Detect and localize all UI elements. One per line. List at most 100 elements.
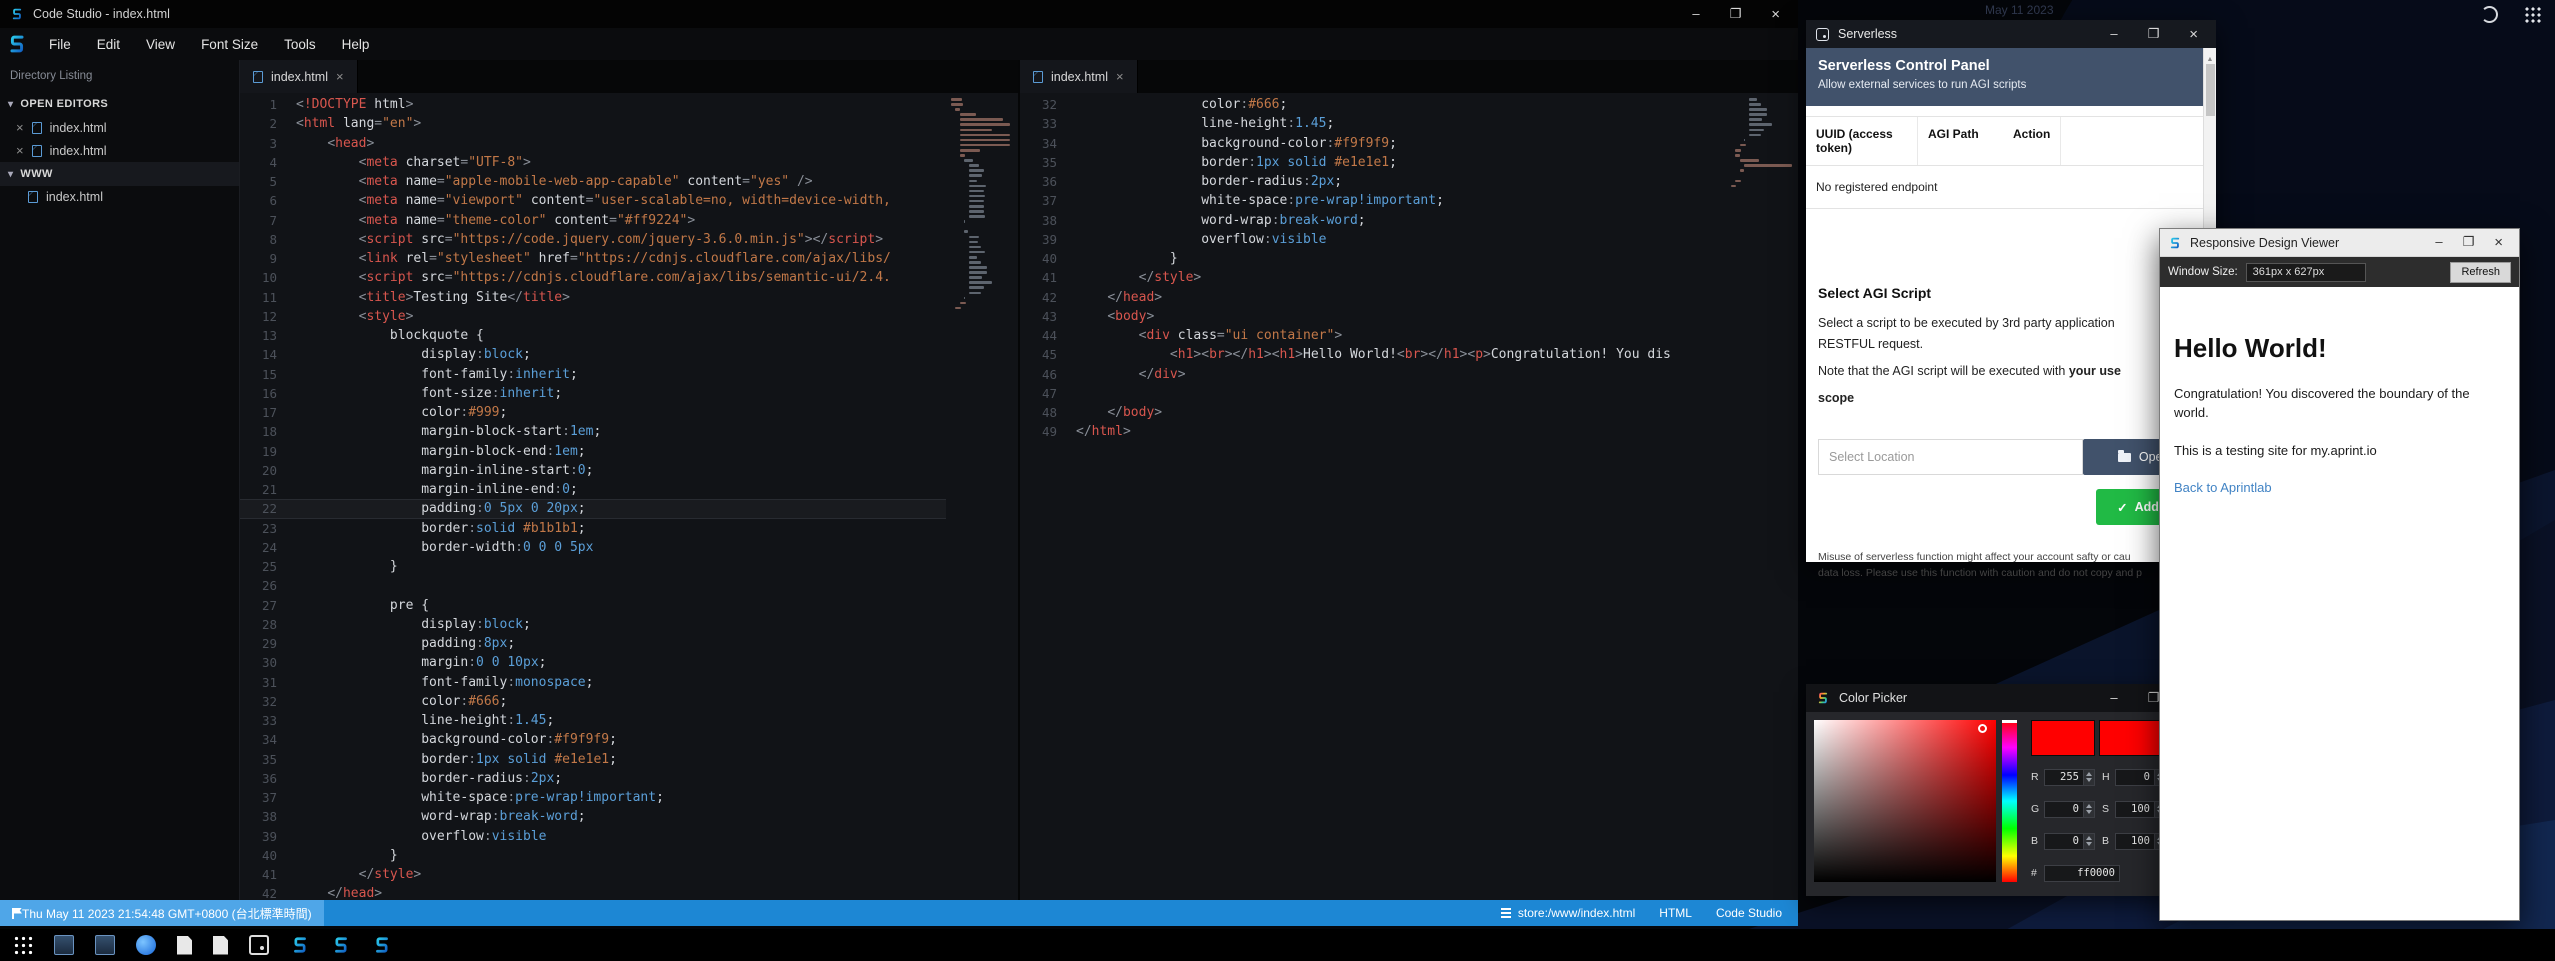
scrollbar-thumb[interactable]	[2206, 64, 2215, 116]
code-line[interactable]: 37 white-space:pre-wrap!important;	[240, 788, 946, 807]
hue-cursor[interactable]	[2002, 720, 2017, 723]
tab-index-html[interactable]: index.html	[1020, 60, 1138, 93]
code-line[interactable]: 40 }	[1020, 249, 1726, 268]
code-line[interactable]: 36 border-radius:2px;	[240, 769, 946, 788]
minimize-button[interactable]	[2110, 26, 2117, 43]
text-file-icon-2[interactable]	[213, 936, 228, 955]
code-line[interactable]: 45 <h1><br></h1><h1>Hello World!<br></h1…	[1020, 345, 1726, 364]
code-line[interactable]: 46 </div>	[1020, 365, 1726, 384]
code-line[interactable]: 35 border:1px solid #e1e1e1;	[1020, 153, 1726, 172]
code-line[interactable]: 23 border:solid #b1b1b1;	[240, 519, 946, 538]
text-file-icon-1[interactable]	[177, 936, 192, 955]
tab-close-icon[interactable]	[1116, 69, 1124, 84]
spinner-icon[interactable]	[2084, 769, 2095, 786]
code-line[interactable]: 41 </style>	[240, 865, 946, 884]
file-item[interactable]: index.html	[0, 186, 239, 208]
code-line[interactable]: 31 font-family:monospace;	[240, 673, 946, 692]
channel-input[interactable]	[2115, 833, 2155, 850]
spinner-icon[interactable]	[2084, 833, 2095, 850]
code-line[interactable]: 1<!DOCTYPE html>	[240, 95, 946, 114]
open-editor-item[interactable]: index.html	[0, 139, 239, 162]
code-line[interactable]: 3 <head>	[240, 134, 946, 153]
code-line[interactable]: 43 <body>	[1020, 307, 1726, 326]
app-window-icon-1[interactable]	[54, 935, 74, 955]
code-line[interactable]: 12 <style>	[240, 307, 946, 326]
code-line[interactable]: 13 blockquote {	[240, 326, 946, 345]
menu-item[interactable]: File	[36, 32, 84, 57]
channel-input[interactable]	[2115, 801, 2155, 818]
code-line[interactable]: 2<html lang="en">	[240, 114, 946, 133]
code-line[interactable]: 29 padding:8px;	[240, 634, 946, 653]
channel-input[interactable]	[2044, 801, 2084, 818]
code-line[interactable]: 27 pre {	[240, 596, 946, 615]
code-line[interactable]: 34 background-color:#f9f9f9;	[240, 730, 946, 749]
channel-input[interactable]	[2044, 833, 2084, 850]
code-line[interactable]: 7 <meta name="theme-color" content="#ff9…	[240, 211, 946, 230]
code-line[interactable]: 21 margin-inline-end:0;	[240, 480, 946, 499]
code-line[interactable]: 14 display:block;	[240, 345, 946, 364]
code-line[interactable]: 6 <meta name="viewport" content="user-sc…	[240, 191, 946, 210]
code-line[interactable]: 33 line-height:1.45;	[1020, 114, 1726, 133]
close-button[interactable]	[2494, 234, 2503, 251]
refresh-desktop-icon[interactable]	[2481, 6, 2498, 23]
code-line[interactable]: 20 margin-inline-start:0;	[240, 461, 946, 480]
saturation-brightness-field[interactable]	[1814, 720, 1996, 882]
menu-item[interactable]: Font Size	[188, 32, 271, 57]
code-line[interactable]: 33 line-height:1.45;	[240, 711, 946, 730]
serverless-app-icon[interactable]	[249, 935, 269, 955]
minimap[interactable]	[951, 98, 1009, 312]
code-line[interactable]: 25 }	[240, 557, 946, 576]
code-line[interactable]: 44 <div class="ui container">	[1020, 326, 1726, 345]
tab-index-html[interactable]: index.html	[240, 60, 358, 93]
minimize-button[interactable]	[1692, 6, 1699, 23]
code-line[interactable]: 18 margin-block-start:1em;	[240, 422, 946, 441]
channel-input[interactable]	[2115, 769, 2155, 786]
code-studio-icon-2[interactable]	[331, 935, 351, 955]
restore-button[interactable]	[1730, 6, 1742, 23]
menu-item[interactable]: Help	[329, 32, 383, 57]
color-picker-titlebar[interactable]: Color Picker	[1806, 684, 2216, 712]
spinner-icon[interactable]	[2084, 801, 2095, 818]
app-window-icon-2[interactable]	[95, 935, 115, 955]
code-line[interactable]: 38 word-wrap:break-word;	[240, 807, 946, 826]
channel-input[interactable]	[2044, 769, 2084, 786]
menu-item[interactable]: Edit	[84, 32, 133, 57]
code-line[interactable]: 24 border-width:0 0 0 5px	[240, 538, 946, 557]
code-line[interactable]: 15 font-family:inherit;	[240, 365, 946, 384]
code-line[interactable]: 10 <script src="https://cdnjs.cloudflare…	[240, 268, 946, 287]
close-button[interactable]	[2189, 26, 2198, 43]
status-language[interactable]: HTML	[1659, 906, 1692, 920]
app-grid-desktop-icon[interactable]	[2524, 6, 2541, 23]
code-line[interactable]: 32 color:#666;	[240, 692, 946, 711]
maximize-button[interactable]	[2463, 234, 2475, 251]
code-line[interactable]: 35 border:1px solid #e1e1e1;	[240, 750, 946, 769]
serverless-titlebar[interactable]: Serverless	[1806, 20, 2216, 48]
minimize-button[interactable]	[2110, 690, 2117, 707]
code-line[interactable]: 36 border-radius:2px;	[1020, 172, 1726, 191]
code-line[interactable]: 42 </head>	[240, 884, 946, 900]
code-line[interactable]: 11 <title>Testing Site</title>	[240, 288, 946, 307]
open-editor-item[interactable]: index.html	[0, 116, 239, 139]
www-folder-header[interactable]: WWW	[0, 162, 239, 186]
close-icon[interactable]	[16, 120, 24, 135]
status-file-location[interactable]: store:/www/index.html	[1501, 906, 1635, 920]
select-location-input[interactable]	[1818, 439, 2083, 475]
code-line[interactable]: 19 margin-block-end:1em;	[240, 442, 946, 461]
code-editor-left[interactable]: 1<!DOCTYPE html>2<html lang="en">3 <head…	[240, 93, 1018, 900]
tab-close-icon[interactable]	[336, 69, 344, 84]
code-studio-icon-1[interactable]	[290, 935, 310, 955]
code-line[interactable]: 30 margin:0 0 10px;	[240, 653, 946, 672]
responsive-viewer-titlebar[interactable]: Responsive Design Viewer	[2160, 229, 2519, 257]
start-menu-icon[interactable]	[13, 935, 33, 955]
close-icon[interactable]	[16, 143, 24, 158]
current-color-swatch[interactable]	[2031, 720, 2095, 756]
hex-input[interactable]	[2044, 865, 2120, 882]
minimap[interactable]	[1731, 98, 1789, 190]
browser-icon[interactable]	[136, 935, 156, 955]
window-size-input[interactable]	[2246, 263, 2366, 282]
code-line[interactable]: 39 overflow:visible	[240, 827, 946, 846]
status-datetime[interactable]: Thu May 11 2023 21:54:48 GMT+0800 (台北標準時…	[0, 900, 324, 926]
code-line[interactable]: 26	[240, 576, 946, 595]
code-line[interactable]: 16 font-size:inherit;	[240, 384, 946, 403]
code-line[interactable]: 34 background-color:#f9f9f9;	[1020, 134, 1726, 153]
